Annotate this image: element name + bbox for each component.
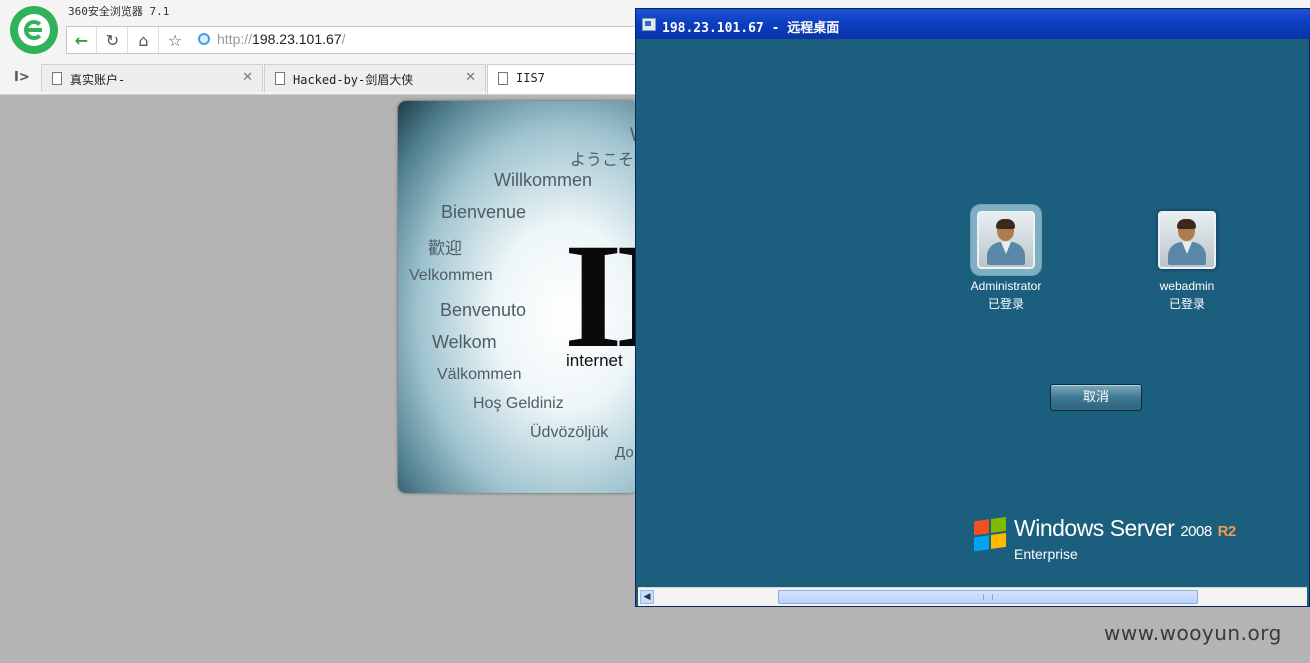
welcome-word: 歡迎 (428, 239, 462, 258)
site-security-icon (198, 33, 210, 45)
product-release: R2 (1217, 523, 1237, 540)
welcome-word: Bienvenue (441, 202, 527, 222)
tab-label: IIS7 (516, 71, 545, 85)
page-icon (275, 72, 285, 85)
user-name: webadmin (1159, 279, 1215, 293)
user-name: Administrator (970, 279, 1042, 293)
windows-flag-icon (974, 516, 1008, 554)
home-button[interactable]: ⌂ (129, 27, 159, 53)
user-avatar-icon (977, 211, 1035, 269)
scroll-left-arrow-icon[interactable]: ◀ (640, 590, 654, 604)
close-icon[interactable]: ✕ (465, 70, 476, 85)
close-icon[interactable]: ✕ (242, 70, 253, 85)
scrollbar-thumb[interactable] (778, 590, 1198, 604)
welcome-word: До (615, 444, 634, 461)
welcome-word: Hoş Geldiniz (473, 395, 564, 412)
sidebar-toggle-button[interactable]: I> (14, 70, 30, 85)
iis7-welcome-image: W ようこそ Willkommen Bienvenue 歡迎 Velkommen… (398, 101, 638, 493)
user-tile-administrator[interactable]: Administrator 已登录 (951, 211, 1061, 312)
iis-tagline: internet (566, 351, 623, 370)
page-icon (52, 72, 62, 85)
address-bar[interactable]: http://198.23.101.67/ (217, 31, 345, 47)
tab-label: Hacked-by-剑眉大侠 (293, 73, 414, 87)
welcome-word: Willkommen (494, 170, 593, 190)
remote-desktop-window: 198.23.101.67 - 远程桌面 Administrator 已登录 w… (635, 8, 1310, 607)
url-host: 198.23.101.67 (252, 31, 342, 47)
welcome-word: Welkom (432, 332, 497, 352)
user-status: 已登录 (1168, 297, 1205, 311)
navigation-bar: ← ↻ ⌂ ☆ http://198.23.101.67/ (66, 26, 668, 54)
grip-icon (983, 594, 993, 600)
tab-hacked-by[interactable]: Hacked-by-剑眉大侠 ✕ (264, 64, 486, 92)
window-title: 198.23.101.67 - 远程桌面 (662, 21, 840, 36)
user-avatar-icon (1158, 211, 1216, 269)
cancel-button[interactable]: 取消 (1050, 384, 1142, 411)
welcome-word: ようこそ (570, 152, 635, 169)
tab-label: 真实账户- (70, 73, 126, 87)
iis-logo: II (564, 213, 638, 379)
window-titlebar[interactable]: 198.23.101.67 - 远程桌面 (636, 9, 1310, 39)
page-icon (498, 72, 508, 85)
user-status: 已登录 (987, 297, 1024, 311)
tab-real-account[interactable]: 真实账户- ✕ (41, 64, 263, 92)
browser-title: 360安全浏览器 7.1 (68, 5, 170, 18)
welcome-word: Välkommen (437, 366, 522, 383)
bookmark-star-icon[interactable]: ☆ (160, 27, 190, 53)
welcome-word: Velkommen (409, 267, 493, 284)
product-version: 2008 (1180, 523, 1212, 540)
url-protocol: http:// (217, 31, 253, 47)
welcome-word: Benvenuto (440, 300, 527, 320)
remote-login-screen: Administrator 已登录 webadmin 已登录 取消 Window… (638, 39, 1307, 587)
remote-desktop-icon (642, 18, 656, 31)
welcome-word: Üdvözöljük (530, 424, 609, 441)
product-edition: Enterprise (1014, 546, 1078, 562)
browser-logo-icon (10, 6, 58, 54)
tab-iis7[interactable]: IIS7 (487, 64, 647, 94)
user-tile-webadmin[interactable]: webadmin 已登录 (1132, 211, 1242, 312)
reload-button[interactable]: ↻ (98, 27, 128, 53)
url-suffix: / (341, 31, 346, 47)
watermark: www.wooyun.org (1104, 621, 1282, 645)
back-button[interactable]: ← (67, 27, 97, 53)
product-name: Windows Server 2008 R2 (1014, 515, 1236, 542)
product-title: Windows Server (1014, 515, 1175, 541)
horizontal-scrollbar[interactable]: ◀ (638, 587, 1307, 606)
